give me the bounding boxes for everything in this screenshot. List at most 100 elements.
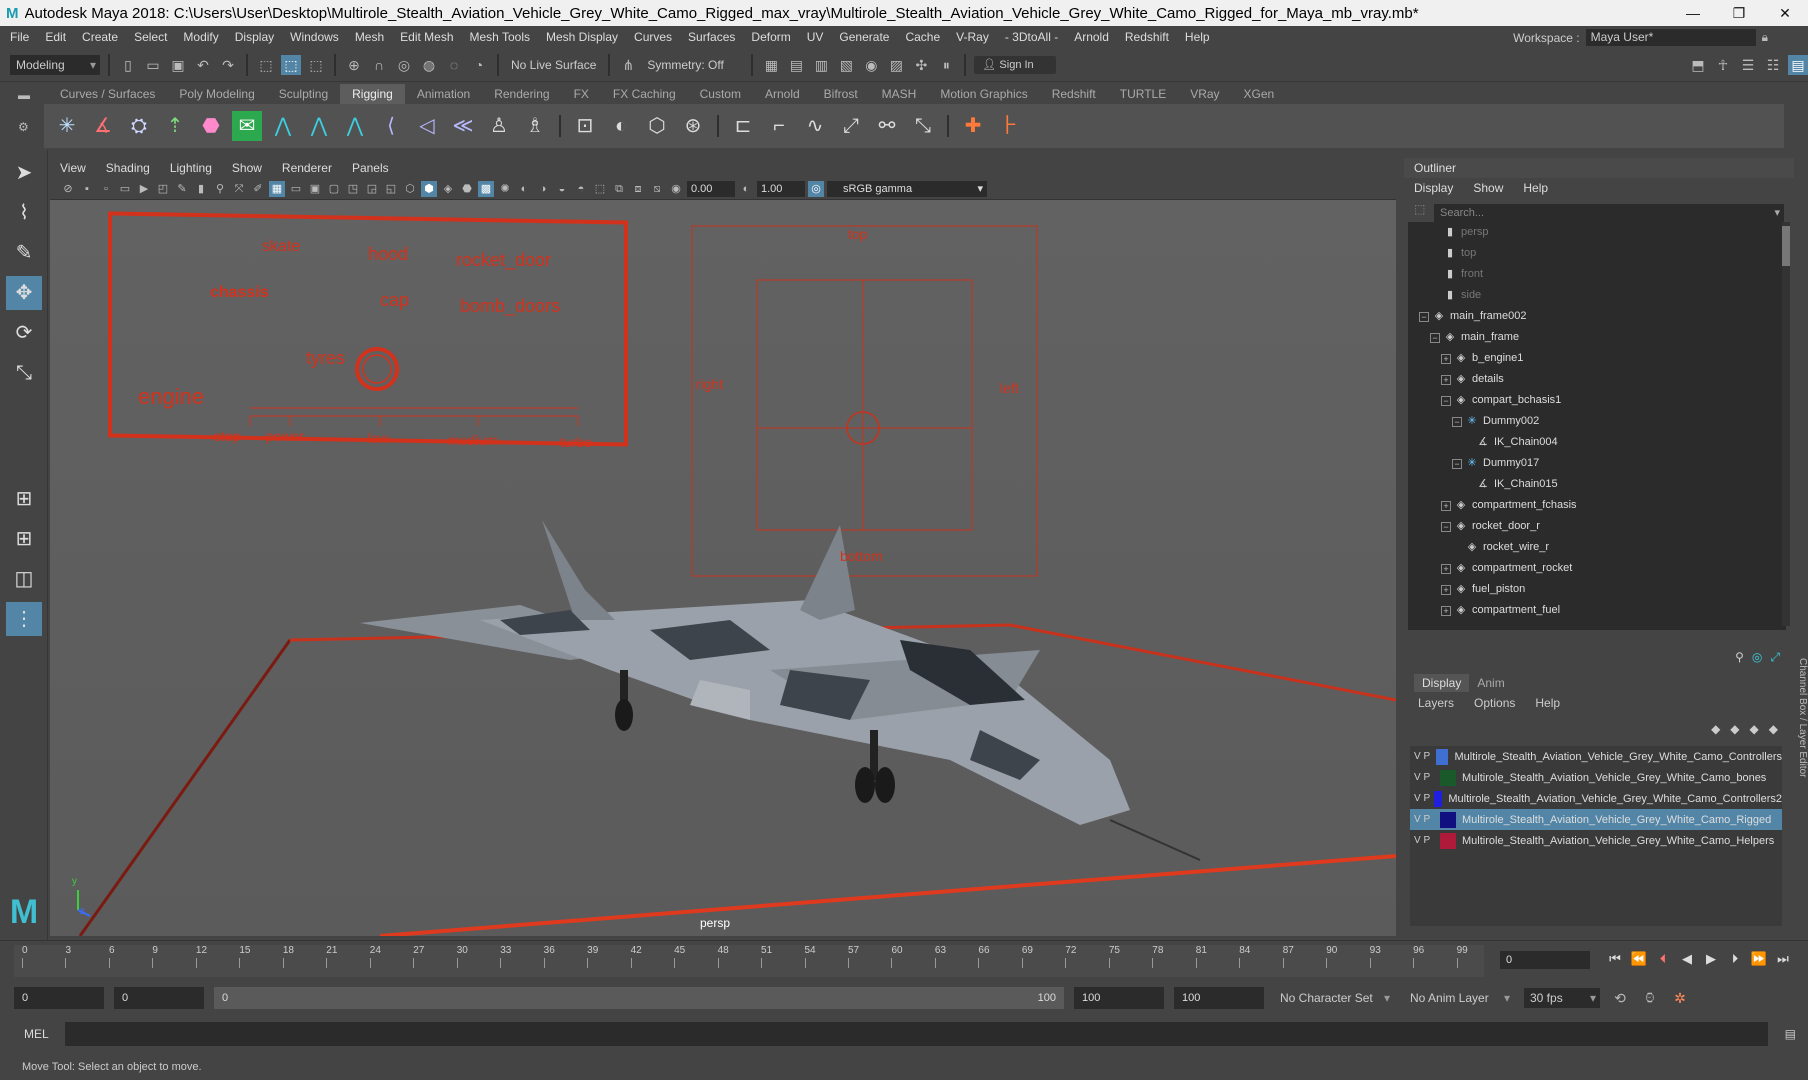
vray-render-icon[interactable]: ▨ (886, 55, 906, 75)
human-ik-character-icon[interactable]: ♙ (484, 111, 514, 141)
ipr-render-icon[interactable]: ▥ (811, 55, 831, 75)
snap-view-icon[interactable]: ◍ (419, 55, 439, 75)
expand-toggle-icon[interactable]: − (1430, 332, 1440, 343)
gate-mask-icon[interactable]: ▢ (326, 181, 342, 197)
layer-color-swatch[interactable] (1440, 769, 1456, 786)
engine-label-power[interactable]: power (266, 428, 304, 444)
connect-joint-icon[interactable]: ⚯ (872, 111, 902, 141)
command-input[interactable] (64, 1022, 1768, 1046)
hierarchy-icon[interactable]: ⚲ (1735, 650, 1744, 665)
outliner-item[interactable]: − ✳ Dummy017 (1408, 453, 1786, 474)
expand-toggle-icon[interactable]: − (1452, 416, 1462, 427)
shelf-tab-motion-graphics[interactable]: Motion Graphics (928, 84, 1039, 104)
panel-menu-lighting[interactable]: Lighting (170, 161, 212, 175)
control-label-engine[interactable]: engine (138, 384, 204, 410)
channel-box-side-tab[interactable]: Channel Box / Layer Editor (1794, 650, 1808, 940)
menu-redshift[interactable]: Redshift (1125, 30, 1169, 44)
outliner-item[interactable]: − ◈ rocket_door_r (1408, 516, 1786, 537)
select-tool-icon[interactable]: ➤ (6, 156, 42, 190)
playback-end-field[interactable]: 100 (1074, 987, 1164, 1009)
shadows-icon[interactable]: ✺ (497, 181, 513, 197)
outliner-layout-icon[interactable]: ⋮ (6, 602, 42, 636)
snap-surface-icon[interactable]: ◌ (444, 55, 464, 75)
exposure-field[interactable]: 0.00 (687, 180, 735, 197)
snap-curve-icon[interactable]: ∩ (369, 55, 389, 75)
layer-visibility-toggle[interactable]: V P (1410, 751, 1432, 762)
grease-pencil-icon[interactable]: ✎ (174, 181, 190, 197)
layer-visibility-toggle[interactable]: V P (1410, 772, 1436, 783)
menu-uv[interactable]: UV (807, 30, 824, 44)
layer-menu-options[interactable]: Options (1474, 696, 1515, 710)
scroll-thumb[interactable] (1782, 226, 1790, 266)
expand-toggle-icon[interactable]: + (1441, 374, 1451, 385)
use-lights-icon[interactable]: ▩ (478, 180, 494, 197)
paint-select-icon[interactable]: ✎ (6, 236, 42, 270)
play-backwards-icon[interactable]: ◀ (1678, 951, 1696, 967)
image-plane-icon[interactable]: ▭ (117, 181, 133, 197)
menu-select[interactable]: Select (134, 30, 167, 44)
select-object-icon[interactable]: ⬚ (281, 54, 301, 75)
wrap-deformer-icon[interactable]: ✉︎ (232, 111, 262, 141)
normal-constraint-icon[interactable]: ⬡ (642, 111, 672, 141)
panel-menu-panels[interactable]: Panels (352, 161, 389, 175)
shelf-tab-rigging[interactable]: Rigging (340, 84, 405, 104)
shelf-tab-turtle[interactable]: TURTLE (1108, 84, 1178, 104)
modeling-toolkit-icon[interactable]: ⬒ (1688, 55, 1708, 75)
outliner-item[interactable]: + ◈ compartment_fchasis (1408, 495, 1786, 516)
attribute-editor-icon[interactable]: ☰ (1738, 55, 1758, 75)
shelf-menu-icon[interactable]: ▬ (18, 88, 30, 102)
menu-v-ray[interactable]: V-Ray (956, 30, 989, 44)
outliner-item[interactable]: + ◈ details (1408, 369, 1786, 390)
snap-grid-icon[interactable]: ⊕ (344, 55, 364, 75)
panel-menu-view[interactable]: View (60, 161, 86, 175)
menu-edit-mesh[interactable]: Edit Mesh (400, 30, 453, 44)
exposure-icon[interactable]: ◉ (668, 181, 684, 197)
current-frame-field[interactable]: 0 (1500, 951, 1590, 969)
shelf-tab-vray[interactable]: VRay (1178, 84, 1231, 104)
shelf-settings-icon[interactable]: ⚙︎ (18, 120, 29, 134)
outliner-item[interactable]: + ◈ fuel_piston (1408, 579, 1786, 600)
close-button[interactable]: ✕ (1762, 0, 1808, 26)
step-back-key-icon[interactable]: ⏪ (1630, 951, 1648, 967)
bookmark2-icon[interactable]: ▮ (193, 181, 209, 197)
menu-mesh-tools[interactable]: Mesh Tools (470, 30, 530, 44)
expand-toggle-icon[interactable]: − (1441, 395, 1451, 406)
expand-icon[interactable]: ⤢ (1770, 650, 1780, 665)
safe-title-icon[interactable]: ◱ (383, 181, 399, 197)
range-slider-bar[interactable]: 0 100 (214, 987, 1064, 1009)
view-label-left[interactable]: left (1000, 380, 1019, 396)
outliner-menu-help[interactable]: Help (1523, 181, 1548, 195)
open-scene-icon[interactable]: ▭ (143, 55, 163, 75)
rotate-tool-icon[interactable]: ⟳ (6, 316, 42, 350)
shelf-tab-sculpting[interactable]: Sculpting (267, 84, 340, 104)
expand-toggle-icon[interactable]: − (1452, 458, 1462, 469)
loop-icon[interactable]: ⟲ (1610, 988, 1630, 1008)
play-forwards-icon[interactable]: ▶ (1702, 951, 1720, 967)
outliner-item[interactable]: − ◈ main_frame002 (1408, 306, 1786, 327)
layer-row[interactable]: V P Multirole_Stealth_Aviation_Vehicle_Gr… (1410, 767, 1782, 788)
tangent-constraint-icon[interactable]: ⊛ (678, 111, 708, 141)
bookmark-icon[interactable]: ▫ (98, 181, 114, 197)
layer-menu-layers[interactable]: Layers (1418, 696, 1454, 710)
viewport-canvas[interactable]: skate hood rocket_door chassis cap bomb_… (50, 200, 1396, 936)
field-chart-icon[interactable]: ◳ (345, 181, 361, 197)
lock-icon[interactable]: 🔒︎ (1762, 30, 1768, 45)
layer-v-flag[interactable]: V (1414, 793, 1421, 804)
aim-constraint-icon[interactable]: ◁ (412, 111, 442, 141)
engine-label-low[interactable]: low (368, 430, 389, 446)
anim-prefs-icon[interactable]: ✲ (1670, 988, 1690, 1008)
layer-v-flag[interactable]: V (1414, 772, 1421, 783)
two-view-icon[interactable]: ◫ (6, 562, 42, 596)
outliner-item[interactable]: − ◈ main_frame (1408, 327, 1786, 348)
menu-create[interactable]: Create (82, 30, 118, 44)
xray-joints-icon[interactable]: ⧈ (630, 181, 646, 197)
render-settings-icon[interactable]: ▧ (836, 55, 856, 75)
shelf-tab-bifrost[interactable]: Bifrost (812, 84, 870, 104)
blend-shape-icon[interactable]: ⬣ (196, 111, 226, 141)
menu-file[interactable]: File (10, 30, 29, 44)
spline-ik-icon[interactable]: ∿ (800, 111, 830, 141)
shelf-tab-curves-surfaces[interactable]: Curves / Surfaces (48, 84, 167, 104)
expand-toggle-icon[interactable]: − (1441, 521, 1451, 532)
lasso-tool-icon[interactable]: ⌇ (6, 196, 42, 230)
go-to-end-icon[interactable]: ⏭ (1774, 951, 1792, 967)
